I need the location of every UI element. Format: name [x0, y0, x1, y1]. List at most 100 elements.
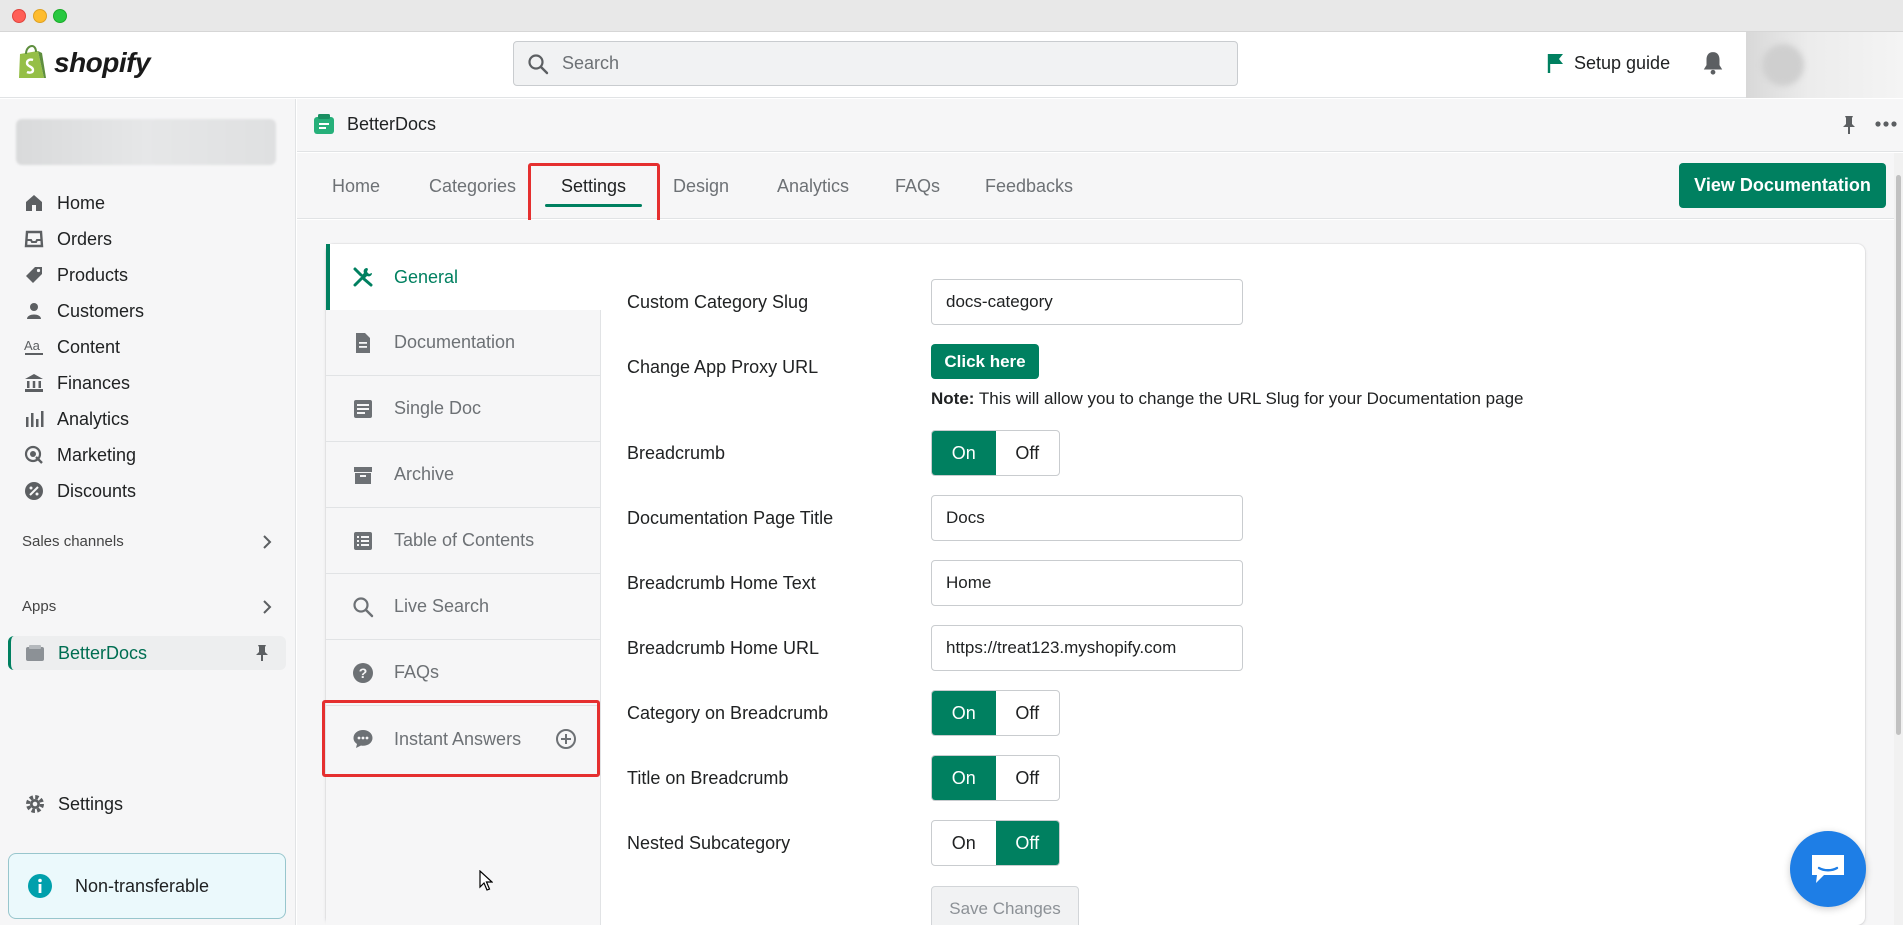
nested-subcategory-toggle[interactable]: On Off	[931, 820, 1060, 866]
sidebar-item-analytics[interactable]: Analytics	[0, 401, 296, 437]
close-window-button[interactable]	[12, 9, 26, 23]
note-text: This will allow you to change the URL Sl…	[974, 389, 1524, 408]
inbox-icon	[24, 230, 44, 248]
settings-menu-general[interactable]: General	[326, 244, 601, 310]
search-input[interactable]	[562, 53, 1162, 74]
category-on-breadcrumb-off[interactable]: Off	[996, 691, 1060, 735]
sidebar-item-content[interactable]: Aa Content	[0, 329, 296, 365]
chat-icon	[353, 730, 373, 748]
category-on-breadcrumb-toggle[interactable]: On Off	[931, 690, 1060, 736]
shopify-bag-icon	[19, 45, 46, 78]
sidebar-item-label: Home	[57, 192, 106, 213]
home-icon	[26, 195, 42, 211]
sidebar-item-finances[interactable]: Finances	[0, 365, 296, 401]
pin-icon[interactable]	[254, 644, 270, 662]
breadcrumb-off[interactable]: Off	[996, 431, 1060, 475]
sidebar: Home Orders Products Customers Aa Conten…	[0, 99, 296, 925]
settings-menu-label: General	[394, 266, 459, 287]
breadcrumb-home-url-input[interactable]	[931, 625, 1243, 671]
settings-menu-label: Table of Contents	[394, 530, 535, 550]
breadcrumb-toggle[interactable]: On Off	[931, 430, 1060, 476]
svg-text:Aa: Aa	[24, 338, 41, 353]
sidebar-item-home[interactable]: Home	[0, 185, 296, 221]
apps-label: Apps	[22, 598, 57, 615]
account-menu[interactable]	[1746, 32, 1903, 98]
more-options-icon[interactable]	[1875, 121, 1897, 127]
breadcrumb-home-text-input[interactable]	[931, 560, 1243, 606]
title-on-breadcrumb-label: Title on Breadcrumb	[627, 768, 789, 788]
sidebar-item-label: Marketing	[57, 444, 137, 465]
settings-menu-archive[interactable]: Archive	[326, 442, 601, 508]
save-changes-button[interactable]: Save Changes	[931, 886, 1079, 925]
tab-feedbacks[interactable]: Feedbacks	[985, 153, 1073, 219]
plus-circle-icon[interactable]	[555, 728, 577, 750]
app-title-text: BetterDocs	[347, 113, 437, 134]
custom-category-slug-input[interactable]	[931, 279, 1243, 325]
svg-text:?: ?	[359, 665, 368, 681]
store-switcher[interactable]	[16, 119, 276, 165]
sidebar-item-label: Discounts	[57, 480, 137, 501]
settings-menu-table-of-contents[interactable]: Table of Contents	[326, 508, 601, 574]
sidebar-item-label: Customers	[57, 300, 145, 321]
sidebar-item-betterdocs[interactable]: BetterDocs	[8, 636, 286, 670]
non-transferable-banner[interactable]: Non-transferable	[8, 853, 286, 919]
chevron-right-icon	[263, 534, 272, 549]
sidebar-item-label: Content	[57, 336, 121, 357]
doc-page-title-input[interactable]	[931, 495, 1243, 541]
tab-design[interactable]: Design	[673, 153, 729, 219]
single-doc-icon	[354, 399, 372, 418]
settings-menu-faqs[interactable]: ? FAQs	[326, 640, 601, 706]
title-on-breadcrumb-toggle[interactable]: On Off	[931, 755, 1060, 801]
support-chat-button[interactable]	[1790, 831, 1866, 907]
tab-faqs[interactable]: FAQs	[895, 153, 940, 219]
view-documentation-button[interactable]: View Documentation	[1679, 163, 1886, 208]
nested-subcategory-off[interactable]: Off	[995, 821, 1059, 865]
info-icon	[28, 874, 52, 898]
tab-settings[interactable]: Settings	[544, 153, 643, 219]
sidebar-item-label: Finances	[57, 372, 131, 393]
breadcrumb-home-text-label: Breadcrumb Home Text	[627, 573, 816, 593]
scrollbar-thumb[interactable]	[1896, 175, 1901, 735]
breadcrumb-on[interactable]: On	[932, 431, 996, 475]
click-here-button[interactable]: Click here	[931, 344, 1039, 379]
chevron-right-icon	[263, 599, 272, 614]
sidebar-item-customers[interactable]: Customers	[0, 293, 296, 329]
sales-channels-label: Sales channels	[22, 533, 124, 550]
target-icon	[24, 445, 43, 464]
maximize-window-button[interactable]	[53, 9, 67, 23]
person-icon	[27, 303, 41, 319]
setup-guide-link[interactable]: Setup guide	[1546, 52, 1670, 74]
tab-categories[interactable]: Categories	[429, 153, 516, 219]
bell-icon[interactable]	[1700, 50, 1726, 76]
shopify-logo[interactable]: shopify	[16, 45, 151, 81]
tools-icon	[353, 267, 373, 287]
apps-header[interactable]: Apps	[22, 598, 272, 615]
sidebar-item-marketing[interactable]: Marketing	[0, 437, 296, 473]
avatar	[1762, 44, 1804, 86]
sidebar-item-discounts[interactable]: Discounts	[0, 473, 296, 509]
category-on-breadcrumb-on[interactable]: On	[932, 691, 996, 735]
sidebar-item-settings[interactable]: Settings	[24, 793, 123, 815]
title-on-breadcrumb-off[interactable]: Off	[996, 756, 1060, 800]
pin-icon[interactable]	[1841, 115, 1857, 135]
settings-menu-single-doc[interactable]: Single Doc	[326, 376, 601, 442]
breadcrumb-home-url-label: Breadcrumb Home URL	[627, 638, 820, 658]
settings-menu-live-search[interactable]: Live Search	[326, 574, 601, 640]
setup-guide-label: Setup guide	[1574, 52, 1671, 73]
top-bar: shopify Setup guide	[0, 32, 1903, 98]
minimize-window-button[interactable]	[33, 9, 47, 23]
settings-menu-instant-answers[interactable]: Instant Answers	[326, 706, 601, 772]
title-on-breadcrumb-on[interactable]: On	[932, 756, 996, 800]
sales-channels-header[interactable]: Sales channels	[22, 533, 272, 550]
settings-menu-label: Instant Answers	[394, 728, 522, 749]
global-search[interactable]	[513, 41, 1238, 86]
window-titlebar	[0, 0, 1903, 32]
text-icon: Aa	[24, 338, 43, 355]
tab-analytics[interactable]: Analytics	[777, 153, 849, 219]
change-app-proxy-label: Change App Proxy URL	[627, 357, 819, 377]
sidebar-item-orders[interactable]: Orders	[0, 221, 296, 257]
tab-home[interactable]: Home	[332, 153, 380, 219]
nested-subcategory-on[interactable]: On	[932, 821, 996, 865]
settings-menu-documentation[interactable]: Documentation	[326, 310, 601, 376]
sidebar-item-products[interactable]: Products	[0, 257, 296, 293]
